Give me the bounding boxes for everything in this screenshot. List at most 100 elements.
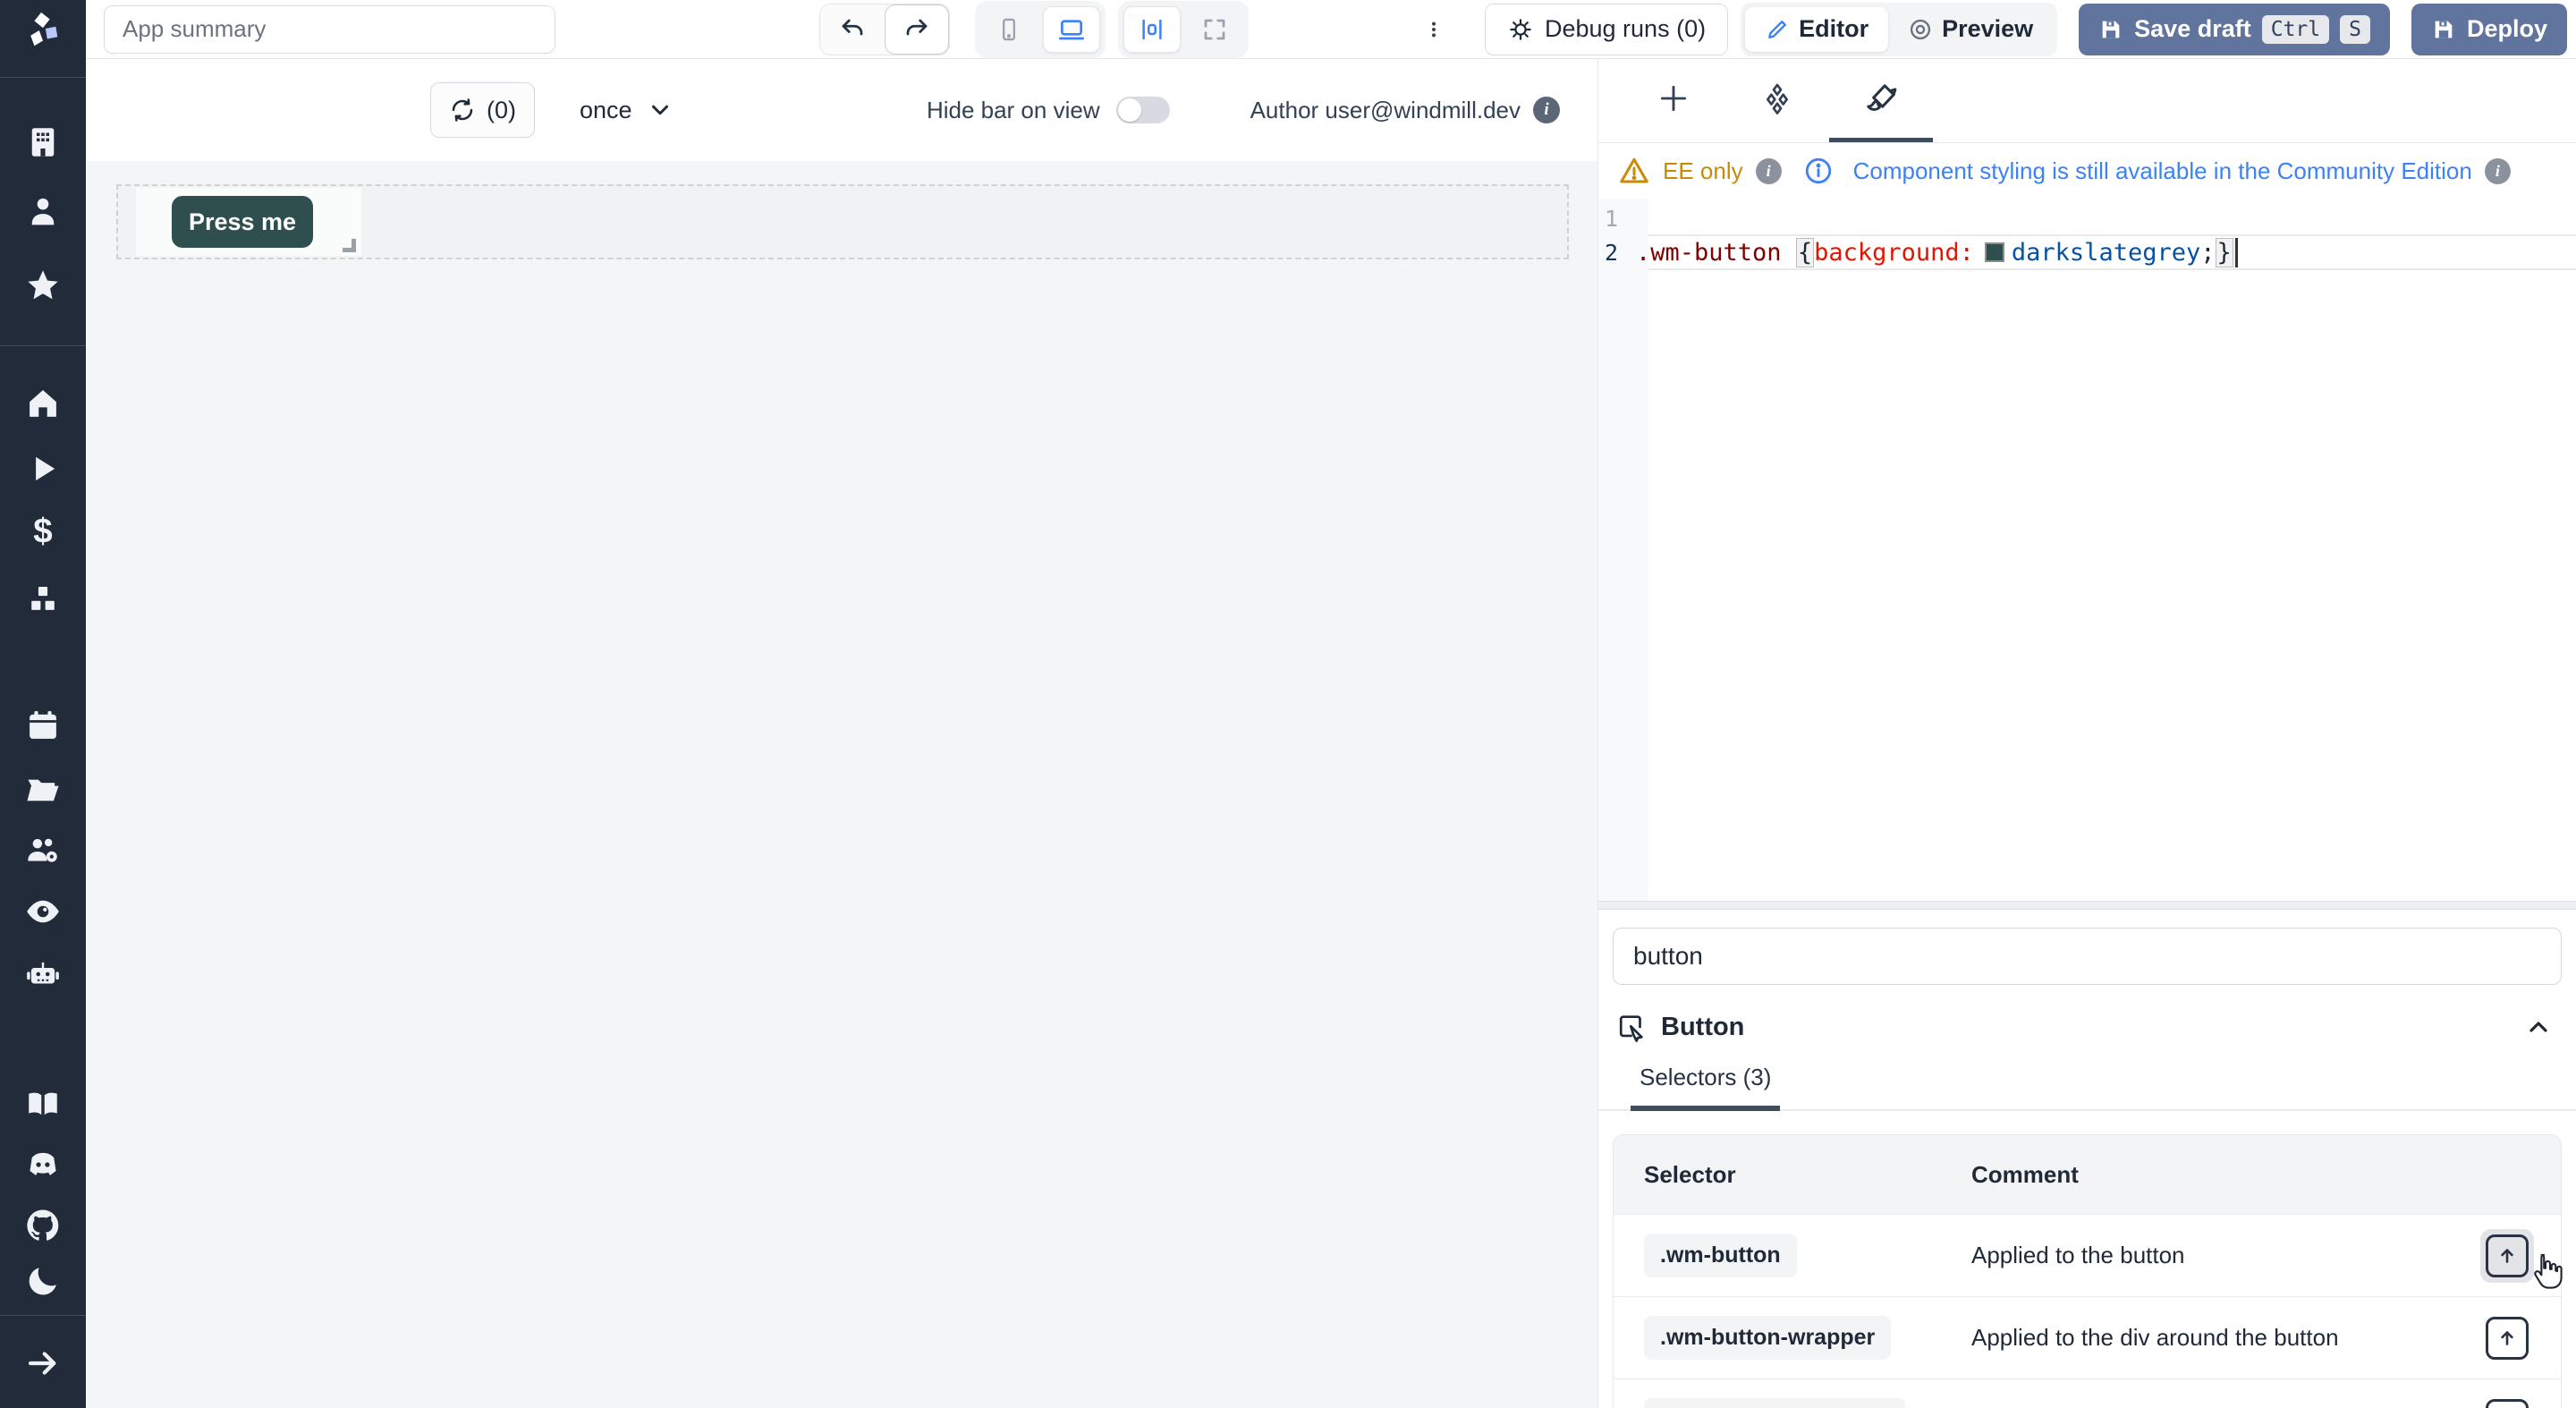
tab-styling[interactable] — [1829, 59, 1933, 142]
deploy-button[interactable]: Deploy — [2411, 4, 2567, 55]
fullscreen-button[interactable] — [1186, 6, 1243, 53]
color-swatch[interactable] — [1985, 242, 2004, 262]
selector-comment: Applied to the button — [1971, 1242, 2453, 1269]
component-title: Button — [1661, 1013, 1744, 1042]
hide-bar-label: Hide bar on view — [927, 97, 1100, 124]
warning-triangle-icon — [1618, 155, 1650, 187]
semicolon-token: ; — [2200, 239, 2215, 267]
building-icon[interactable] — [0, 123, 86, 161]
book-open-icon[interactable] — [0, 1085, 86, 1123]
code-line: 1 — [1598, 199, 2576, 234]
line-number: 1 — [1598, 206, 1636, 232]
sidebar-divider — [0, 1315, 86, 1316]
redo-button[interactable] — [885, 4, 949, 55]
canvas-toolbar: (0) once Hide bar on view Author user@wi… — [86, 59, 1597, 161]
toggle-knob — [1118, 98, 1141, 122]
refresh-button[interactable]: (0) — [430, 82, 535, 138]
moon-icon[interactable] — [0, 1262, 86, 1300]
editor-tab[interactable]: Editor — [1745, 7, 1888, 52]
editor-gutter — [1598, 199, 1648, 901]
star-icon[interactable] — [0, 267, 86, 304]
app-window: $ — [0, 0, 2576, 1408]
tab-components[interactable] — [1725, 59, 1829, 142]
button-section-header[interactable]: Button — [1598, 985, 2576, 1058]
css-value-token: darkslategrey — [2012, 239, 2200, 267]
hide-bar-setting: Hide bar on view — [927, 97, 1170, 124]
dollar-icon[interactable]: $ — [0, 513, 86, 550]
eye-icon[interactable] — [0, 893, 86, 930]
play-icon[interactable] — [0, 450, 86, 488]
selector-column-header: Selector — [1614, 1161, 1971, 1189]
selectors-tab[interactable]: Selectors (3) — [1631, 1058, 1780, 1111]
redo-icon — [903, 16, 930, 43]
robot-icon[interactable] — [0, 955, 86, 993]
github-icon[interactable] — [0, 1207, 86, 1244]
refresh-icon — [449, 97, 476, 123]
community-edition-notice: Component styling is still available in … — [1853, 157, 2472, 185]
refresh-count: (0) — [487, 97, 516, 124]
panel-splitter[interactable] — [1598, 901, 2576, 910]
device-toggle-group — [975, 1, 1106, 58]
css-property-token: background: — [1814, 239, 1974, 267]
arrow-right-icon[interactable] — [0, 1344, 86, 1382]
table-header: Selector Comment — [1614, 1135, 2561, 1214]
arrow-up-icon — [2496, 1244, 2519, 1268]
edition-notice-row: EE only i Component styling is still ava… — [1598, 143, 2576, 199]
resize-handle[interactable] — [343, 239, 356, 252]
info-icon[interactable]: i — [1533, 97, 1560, 123]
apply-selector-button[interactable] — [2480, 1311, 2534, 1365]
mobile-icon — [996, 17, 1021, 42]
debug-runs-button[interactable]: Debug runs (0) — [1485, 4, 1728, 55]
home-icon[interactable] — [0, 385, 86, 422]
cubes-icon[interactable] — [0, 581, 86, 618]
button-component[interactable]: Press me — [136, 188, 361, 256]
apply-selector-button[interactable] — [2480, 1394, 2534, 1408]
run-mode-value: once — [580, 97, 632, 124]
canvas-grid[interactable]: Press me — [86, 161, 1597, 1408]
ee-only-badge: EE only — [1663, 157, 1743, 185]
undo-button[interactable] — [820, 4, 885, 55]
save-draft-button[interactable]: Save draft Ctrl S — [2079, 4, 2390, 55]
apply-selector-button-hovered[interactable] — [2480, 1229, 2534, 1283]
panel-tabs — [1598, 59, 2576, 143]
center-layout-button[interactable] — [1123, 6, 1181, 53]
info-icon[interactable]: i — [2485, 158, 2511, 184]
run-mode-dropdown[interactable]: once — [574, 96, 679, 125]
selector-comment: Applied to the div around the button — [1971, 1324, 2453, 1352]
author-label: Author user@windmill.dev — [1250, 97, 1521, 124]
table-row: .wm-button-container Applied to the butt… — [1614, 1378, 2561, 1408]
sidebar-divider — [0, 345, 86, 346]
user-icon[interactable] — [0, 192, 86, 230]
preview-tab[interactable]: Preview — [1888, 7, 2053, 52]
users-gear-icon[interactable] — [0, 832, 86, 869]
open-brace-token: { — [1796, 238, 1814, 267]
tab-add-component[interactable] — [1622, 59, 1725, 142]
more-options-button[interactable] — [1419, 4, 1449, 55]
press-me-button[interactable]: Press me — [172, 196, 313, 248]
discord-icon[interactable] — [0, 1146, 86, 1183]
component-search-input[interactable] — [1613, 928, 2562, 985]
plus-icon — [1657, 81, 1690, 115]
debug-runs-label: Debug runs (0) — [1545, 15, 1706, 43]
chevron-down-icon — [647, 97, 674, 123]
save-draft-label: Save draft — [2134, 15, 2251, 43]
paintbrush-icon — [1863, 81, 1899, 116]
folder-open-icon[interactable] — [0, 771, 86, 809]
grid-cell[interactable]: Press me — [116, 184, 1569, 259]
desktop-view-button[interactable] — [1043, 6, 1100, 53]
app-summary-input[interactable] — [104, 5, 555, 54]
table-row: .wm-button Applied to the button — [1614, 1214, 2561, 1296]
selectors-tabbar: Selectors (3) — [1598, 1058, 2576, 1111]
undo-icon — [839, 16, 866, 43]
css-code-editor[interactable]: 1 2 .wm-button {background:darkslategrey… — [1598, 199, 2576, 901]
info-icon[interactable]: i — [1756, 158, 1782, 184]
calendar-icon[interactable] — [0, 707, 86, 744]
hide-bar-toggle[interactable] — [1116, 97, 1170, 123]
sidebar: $ — [0, 0, 86, 1408]
chevron-up-icon[interactable] — [2524, 1013, 2553, 1041]
windmill-logo-icon[interactable] — [0, 9, 86, 50]
close-brace-token: } — [2216, 238, 2233, 267]
mobile-view-button[interactable] — [980, 6, 1038, 53]
app-canvas: (0) once Hide bar on view Author user@wi… — [86, 59, 1597, 1408]
editor-preview-toggle: Editor Preview — [1741, 3, 2057, 56]
